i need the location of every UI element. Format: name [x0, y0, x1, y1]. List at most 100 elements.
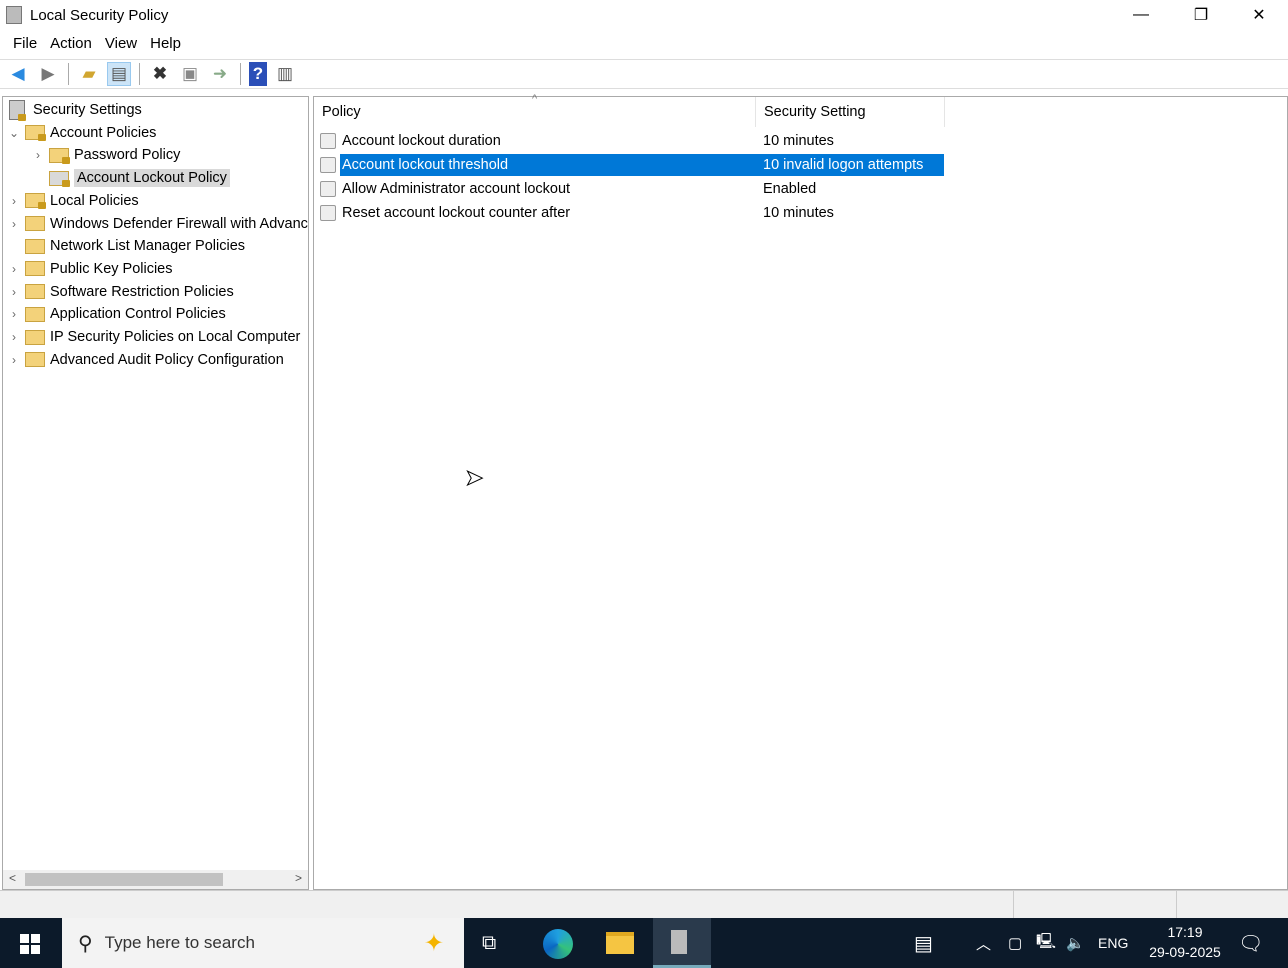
tree-item[interactable]: Network List Manager Policies: [7, 235, 245, 257]
policy-icon: [320, 157, 336, 173]
chevron-right-icon[interactable]: ›: [7, 330, 21, 344]
folder-icon: [25, 261, 45, 277]
action-pane-icon[interactable]: ▥: [273, 62, 297, 86]
tree-item-label: Password Policy: [74, 147, 181, 164]
menu-bar: File Action View Help: [0, 32, 190, 56]
tree-item[interactable]: Security Settings: [7, 99, 142, 121]
app-icon: [6, 6, 22, 24]
tree-item[interactable]: ⌄ Account Policies: [7, 122, 156, 144]
tree-item-label: Account Policies: [50, 124, 157, 141]
properties-icon[interactable]: ▣: [178, 62, 202, 86]
scrollbar-thumb[interactable]: [25, 873, 223, 886]
tree-item[interactable]: › Advanced Audit Policy Configuration: [7, 349, 284, 371]
tree-item[interactable]: › Application Control Policies: [7, 303, 226, 325]
delete-icon[interactable]: ✖: [148, 62, 172, 86]
restore-button[interactable]: ❐: [1178, 0, 1224, 30]
tree-item[interactable]: › Public Key Policies: [7, 258, 173, 280]
tree-item[interactable]: › IP Security Policies on Local Computer: [7, 326, 300, 348]
security-settings-icon: [9, 100, 26, 121]
console-tree-icon[interactable]: ▤: [107, 62, 131, 86]
forward-icon[interactable]: ▶: [36, 62, 60, 86]
folder-icon: [25, 238, 45, 254]
menu-action[interactable]: Action: [46, 32, 101, 56]
policy-row[interactable]: Allow Administrator account lockout Enabl…: [320, 178, 945, 200]
start-button[interactable]: [20, 934, 40, 954]
chevron-right-icon[interactable]: ›: [7, 353, 21, 367]
news-widget-icon[interactable]: ▤: [914, 918, 933, 968]
network-icon[interactable]: 🖳: [1036, 918, 1056, 968]
chevron-right-icon[interactable]: ›: [7, 307, 21, 321]
toolbar-separator: [68, 63, 69, 85]
scroll-left-icon[interactable]: <: [9, 871, 16, 885]
folder-icon: [25, 125, 46, 142]
tree-item-label: Advanced Audit Policy Configuration: [50, 351, 284, 368]
tree-item-label: Security Settings: [33, 102, 142, 118]
chevron-right-icon[interactable]: ›: [7, 262, 21, 276]
policy-name: Account lockout duration: [342, 133, 501, 149]
task-view-icon[interactable]: ⧉: [482, 918, 496, 968]
menu-view[interactable]: View: [101, 32, 146, 56]
folder-icon: [25, 216, 45, 231]
security-setting-value: 10 minutes: [763, 133, 834, 149]
local-security-policy-taskbar-button[interactable]: [653, 918, 711, 968]
policy-icon: [320, 205, 336, 221]
search-icon: ⚲: [78, 932, 93, 955]
column-header-security-setting[interactable]: Security Setting: [756, 97, 945, 127]
title-bar: Local Security Policy — ❐ ✕: [0, 0, 1288, 32]
minimize-button[interactable]: —: [1118, 0, 1164, 30]
policy-row[interactable]: Reset account lockout counter after 10 mi…: [320, 202, 945, 224]
details-pane: ^ Policy Security Setting Account lockou…: [313, 93, 1288, 890]
up-folder-icon[interactable]: ▰: [77, 62, 101, 86]
security-setting-value: 10 minutes: [763, 205, 834, 221]
chevron-right-icon[interactable]: ›: [7, 217, 21, 231]
camera-icon[interactable]: ▢: [1008, 918, 1022, 968]
copilot-sparkle-icon: ✦: [423, 929, 444, 957]
tree-item[interactable]: › Windows Defender Firewall with Advanced…: [7, 213, 308, 235]
chevron-right-icon[interactable]: ›: [31, 148, 45, 162]
column-header-policy[interactable]: Policy: [314, 97, 756, 127]
policy-name: Allow Administrator account lockout: [342, 181, 571, 197]
policy-name: Reset account lockout counter after: [342, 205, 571, 221]
folder-icon: [25, 284, 45, 300]
file-explorer-icon[interactable]: [606, 932, 634, 954]
help-icon[interactable]: ?: [249, 62, 267, 86]
chevron-down-icon[interactable]: ⌄: [7, 126, 21, 140]
toolbar-separator: [240, 63, 241, 85]
tree-item-label: Software Restriction Policies: [50, 283, 234, 300]
chevron-right-icon[interactable]: ›: [7, 194, 21, 208]
scroll-right-icon[interactable]: >: [295, 871, 302, 885]
clock-date: 29-09-2025: [1149, 944, 1221, 960]
chevron-right-icon[interactable]: ›: [7, 285, 21, 299]
policy-row[interactable]: Account lockout threshold 10 invalid logo…: [320, 154, 945, 176]
tree-item-label: Windows Defender Firewall with Advanced …: [50, 215, 308, 232]
folder-icon: [25, 329, 45, 345]
tree-item[interactable]: › Local Policies: [7, 190, 139, 212]
policy-name: Account lockout threshold: [340, 154, 755, 176]
language-indicator[interactable]: ENG: [1098, 918, 1128, 968]
mouse-cursor: ➤: [464, 465, 484, 491]
horizontal-scrollbar[interactable]: < >: [3, 870, 308, 889]
folder-icon: [25, 306, 45, 322]
export-list-icon[interactable]: ➜: [208, 62, 232, 86]
close-button[interactable]: ✕: [1236, 0, 1282, 30]
folder-icon: [25, 352, 45, 368]
edge-icon[interactable]: [543, 929, 573, 959]
tree-item[interactable]: › Password Policy: [31, 144, 180, 166]
clock[interactable]: 17:19 29-09-2025: [1140, 922, 1230, 962]
back-icon[interactable]: ◀: [6, 62, 30, 86]
tree-item[interactable]: Account Lockout Policy: [31, 167, 230, 189]
clock-time: 17:19: [1167, 924, 1203, 940]
taskbar: ⚲ Type here to search ✦ ⧉ ▤ ︿ ▢ 🖳 🔈 ENG …: [0, 918, 1288, 968]
policy-row[interactable]: Account lockout duration 10 minutes: [320, 130, 945, 152]
notifications-icon[interactable]: 🗨: [1238, 918, 1263, 968]
search-box[interactable]: ⚲ Type here to search ✦: [62, 918, 464, 968]
window-title: Local Security Policy: [30, 7, 169, 24]
menu-file[interactable]: File: [0, 32, 46, 56]
tree-item[interactable]: › Software Restriction Policies: [7, 281, 234, 303]
volume-icon[interactable]: 🔈: [1066, 918, 1085, 968]
status-bar: [0, 890, 1288, 919]
tree-item-label: Application Control Policies: [50, 306, 226, 323]
menu-help[interactable]: Help: [146, 32, 190, 56]
show-hidden-icons[interactable]: ︿: [976, 918, 991, 968]
search-placeholder: Type here to search: [104, 933, 255, 952]
